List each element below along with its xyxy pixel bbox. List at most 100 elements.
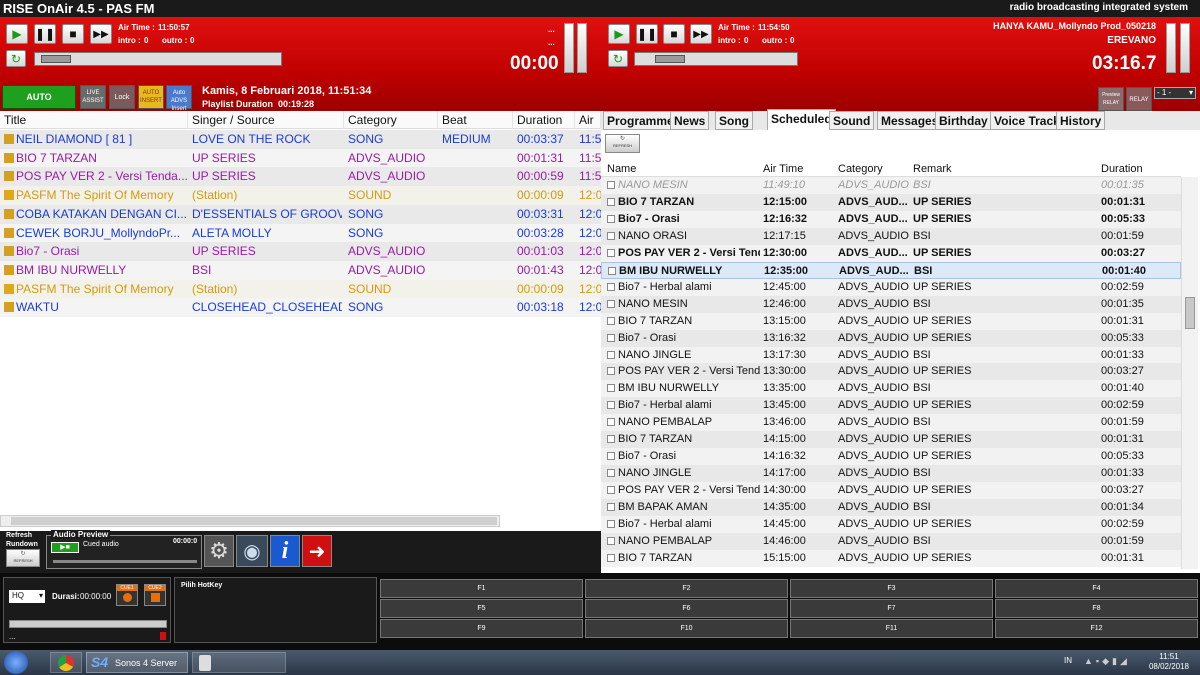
scheduled-row[interactable]: Bio7 - Orasi 12:16:32 ADVS_AUD... UP SERIES… [601, 210, 1181, 228]
col-beat[interactable]: Beat [438, 111, 513, 129]
scheduled-row[interactable]: POS PAY VER 2 - Versi Tend... 13:30:00 ADV… [601, 363, 1181, 381]
row-checkbox[interactable] [607, 520, 615, 528]
row-checkbox[interactable] [607, 350, 615, 359]
hotkey-f5[interactable]: F5 [380, 599, 583, 618]
col-category[interactable]: Category [344, 111, 438, 129]
relay-select[interactable]: - 1 - ▾ [1154, 87, 1196, 99]
hotkey-f2[interactable]: F2 [585, 579, 788, 598]
tab-voice-track[interactable]: Voice Track [990, 111, 1064, 130]
col-category-s[interactable]: Category [838, 163, 883, 175]
col-title[interactable]: Title [0, 111, 188, 129]
scheduled-row[interactable]: NANO PEMBALAP 13:46:00 ADVS_AUDIO BSI 00:01:… [601, 414, 1181, 432]
row-checkbox[interactable] [607, 486, 615, 495]
next-button-left[interactable]: ▶▶ [90, 24, 112, 44]
play-button-right[interactable]: ▶ [608, 24, 630, 44]
scheduled-row[interactable]: BM IBU NURWELLY 13:35:00 ADVS_AUDIO BSI 00:0… [601, 380, 1181, 398]
exit-icon[interactable]: ➜ [302, 535, 332, 567]
hotkey-f8[interactable]: F8 [995, 599, 1198, 618]
scheduled-row[interactable]: Bio7 - Herbal alami 12:45:00 ADVS_AUDIO UP … [601, 278, 1181, 296]
col-duration-s[interactable]: Duration [1101, 163, 1143, 175]
hotkey-select-box[interactable]: Pilih HotKey [174, 577, 377, 643]
playlist-row[interactable]: PASFM The Spirit Of Memory (Station) SOUND… [0, 186, 601, 206]
row-checkbox[interactable] [607, 553, 615, 562]
col-name[interactable]: Name [607, 163, 636, 175]
row-checkbox[interactable] [607, 401, 615, 410]
scheduled-row[interactable]: BIO 7 TARZAN 12:15:00 ADVS_AUD... UP SERIES… [601, 193, 1181, 211]
scheduled-row[interactable]: POS PAY VER 2 - Versi Tend... 14:30:00 ADV… [601, 482, 1181, 500]
eye-icon[interactable]: ◉ [236, 535, 268, 567]
row-checkbox[interactable] [607, 418, 615, 427]
tab-birthday[interactable]: Birthday [935, 111, 992, 130]
start-icon[interactable] [4, 651, 28, 674]
refresh-rundown-button[interactable]: ↻ REFRESH [6, 549, 40, 567]
relay-button[interactable]: RELAY [1126, 87, 1152, 111]
scheduled-row[interactable]: Bio7 - Orasi 13:16:32 ADVS_AUDIO UP SERIES 0… [601, 329, 1181, 347]
scheduled-row[interactable]: BM BAPAK AMAN 14:35:00 ADVS_AUDIO BSI 00:01:… [601, 499, 1181, 517]
lock-button[interactable]: Lock [109, 85, 135, 109]
scheduled-row[interactable]: BIO 7 TARZAN 14:15:00 ADVS_AUDIO UP SERIES 0… [601, 431, 1181, 449]
col-air-time[interactable]: Air Ti [575, 111, 601, 129]
playlist-row[interactable]: BM IBU NURWELLY BSI ADVS_AUDIO 00:01:43 12:0 [0, 260, 601, 280]
row-checkbox[interactable] [607, 181, 615, 189]
playlist-scrollbar[interactable] [0, 515, 500, 527]
playlist-row[interactable]: NEIL DIAMOND [ 81 ] LOVE ON THE ROCK SONG M… [0, 130, 601, 149]
row-checkbox[interactable] [607, 333, 615, 342]
clock[interactable]: 11:51 08/02/2018 [1142, 652, 1196, 672]
tab-news[interactable]: News [670, 111, 710, 130]
hotkey-f4[interactable]: F4 [995, 579, 1198, 598]
pause-button-left[interactable]: ❚❚ [34, 24, 56, 44]
preview-relay-button[interactable]: Preview RELAY [1098, 87, 1124, 111]
preview-play-button[interactable]: ▶■ [51, 542, 79, 553]
scheduled-row[interactable]: BM IBU NURWELLY 12:35:00 ADVS_AUD... BSI 00:… [601, 261, 1181, 279]
row-checkbox[interactable] [607, 469, 615, 478]
tray-icons[interactable]: ▲▪◆▮◢ [1084, 656, 1130, 667]
quality-select[interactable]: HQ ▾ [9, 590, 45, 603]
next-button-right[interactable]: ▶▶ [690, 24, 712, 44]
seek-bar-right[interactable] [634, 52, 798, 66]
scheduled-row[interactable]: BIO 7 TARZAN 15:15:00 ADVS_AUDIO UP SERIES 0… [601, 549, 1181, 567]
tab-programme[interactable]: Programme [603, 111, 678, 130]
playlist-row[interactable]: PASFM The Spirit Of Memory (Station) SOUND… [0, 279, 601, 299]
row-checkbox[interactable] [607, 452, 615, 461]
hotkey-f11[interactable]: F11 [790, 619, 993, 638]
row-checkbox[interactable] [607, 384, 615, 393]
hotkey-f10[interactable]: F10 [585, 619, 788, 638]
preview-seek[interactable] [53, 560, 197, 563]
playlist-row[interactable]: POS PAY VER 2 - Versi Tenda... UP SERIES A… [0, 167, 601, 187]
language-indicator[interactable]: IN [1064, 656, 1072, 665]
row-checkbox[interactable] [607, 214, 615, 223]
col-duration[interactable]: Duration [513, 111, 575, 129]
row-checkbox[interactable] [607, 316, 615, 325]
row-checkbox[interactable] [607, 299, 615, 308]
tab-history[interactable]: History [1056, 111, 1106, 130]
row-checkbox[interactable] [607, 435, 615, 444]
auto-button[interactable]: AUTO [2, 85, 76, 109]
scheduled-row[interactable]: NANO JINGLE 14:17:00 ADVS_AUDIO BSI 00:01:33 [601, 465, 1181, 483]
auto-insert-button[interactable]: AUTO INSERT [138, 85, 164, 109]
hotkey-f9[interactable]: F9 [380, 619, 583, 638]
hotkey-f6[interactable]: F6 [585, 599, 788, 618]
cart-progress[interactable] [9, 620, 167, 628]
seek-bar-left[interactable] [34, 52, 282, 66]
scheduled-row[interactable]: Bio7 - Herbal alami 14:45:00 ADVS_AUDIO UP … [601, 516, 1181, 533]
pause-button-right[interactable]: ❚❚ [636, 24, 658, 44]
refresh-icon-left[interactable]: ↻ [6, 50, 26, 67]
row-checkbox[interactable] [607, 536, 615, 545]
scheduled-row[interactable]: Bio7 - Herbal alami 13:45:00 ADVS_AUDIO UP … [601, 397, 1181, 415]
scheduled-row[interactable]: Bio7 - Orasi 14:16:32 ADVS_AUDIO UP SERIES 0… [601, 448, 1181, 466]
playlist-row[interactable]: BIO 7 TARZAN UP SERIES ADVS_AUDIO 00:01:31 1… [0, 148, 601, 168]
scheduled-row[interactable]: NANO ORASI 12:17:15 ADVS_AUDIO BSI 00:01:59 [601, 227, 1181, 245]
hotkey-f12[interactable]: F12 [995, 619, 1198, 638]
row-checkbox[interactable] [607, 503, 615, 512]
auto-advs-button[interactable]: Auto ADVS Insert [166, 85, 192, 112]
row-checkbox[interactable] [607, 248, 615, 257]
stop-button-left[interactable]: ■ [62, 24, 84, 44]
scheduled-scrollbar[interactable] [1181, 177, 1198, 569]
tab-song[interactable]: Song [715, 111, 753, 130]
row-checkbox[interactable] [608, 266, 616, 275]
scheduled-row[interactable]: NANO MESIN 12:46:00 ADVS_AUDIO BSI 00:01:35 [601, 295, 1181, 313]
tab-sound[interactable]: Sound [829, 111, 875, 130]
live-assist-button[interactable]: LIVE ASSIST [80, 85, 106, 109]
browser-task[interactable] [50, 652, 82, 673]
tab-messages[interactable]: Messages [877, 111, 943, 130]
